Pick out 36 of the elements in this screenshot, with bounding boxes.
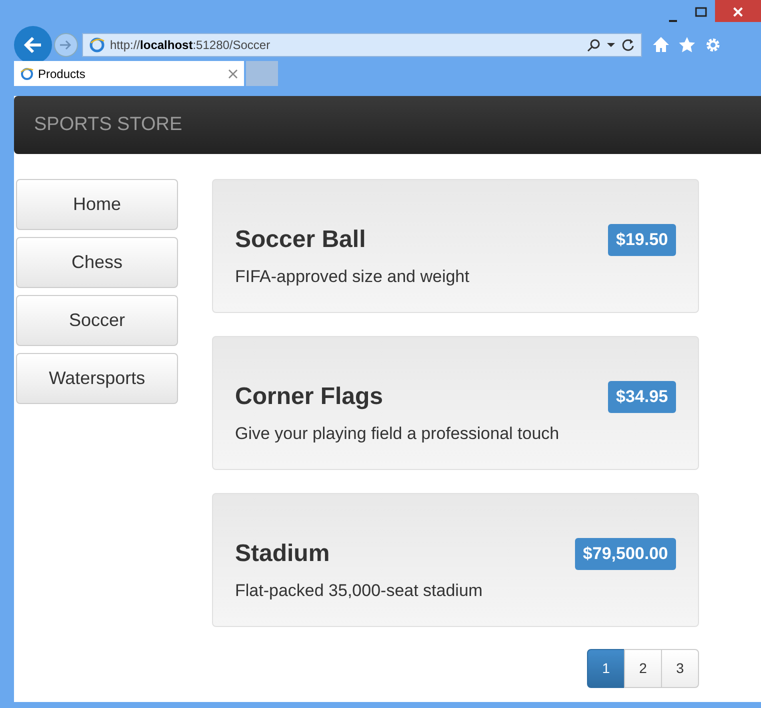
- forward-arrow-icon: [59, 39, 73, 51]
- category-button[interactable]: Home: [16, 179, 178, 230]
- product-description: FIFA-approved size and weight: [235, 266, 470, 288]
- product-description: Give your playing field a professional touch: [235, 423, 560, 445]
- star-icon[interactable]: [678, 36, 696, 54]
- settings-icon[interactable]: [704, 36, 722, 54]
- product-name: Corner Flags: [235, 382, 384, 412]
- browser-logo-icon: [20, 66, 34, 80]
- search-icon[interactable]: [587, 38, 601, 52]
- product-name: Soccer Ball: [235, 225, 366, 255]
- caret-icon[interactable]: [607, 42, 615, 48]
- address-bar[interactable]: http://localhost:51280/Soccer: [82, 33, 642, 57]
- back-arrow-icon: [23, 36, 43, 54]
- page-button[interactable]: 2: [624, 649, 662, 688]
- address-text: http://localhost:51280/Soccer: [110, 37, 270, 54]
- minimize-icon: [669, 20, 677, 22]
- refresh-icon[interactable]: [621, 38, 635, 52]
- back-button[interactable]: [14, 26, 52, 64]
- category-button[interactable]: Soccer: [16, 295, 178, 346]
- home-icon[interactable]: [652, 36, 670, 54]
- brand-text[interactable]: SPORTS STORE: [34, 110, 182, 140]
- price-label: $79,500.00: [574, 538, 676, 570]
- close-button[interactable]: [715, 0, 761, 22]
- page-button[interactable]: 3: [661, 649, 699, 688]
- price-label: $34.95: [608, 381, 676, 413]
- maximize-icon: [695, 7, 707, 18]
- close-icon[interactable]: [228, 68, 238, 78]
- browser-tab[interactable]: Products: [14, 61, 244, 86]
- product-name: Stadium: [235, 539, 330, 569]
- close-icon: [733, 7, 743, 18]
- browser-logo-icon: [89, 37, 105, 53]
- category-button[interactable]: Watersports: [16, 353, 178, 404]
- category-button[interactable]: Chess: [16, 237, 178, 288]
- price-label: $19.50: [608, 224, 676, 256]
- product-description: Flat-packed 35,000-seat stadium: [235, 580, 484, 602]
- page-button[interactable]: 1: [587, 649, 625, 688]
